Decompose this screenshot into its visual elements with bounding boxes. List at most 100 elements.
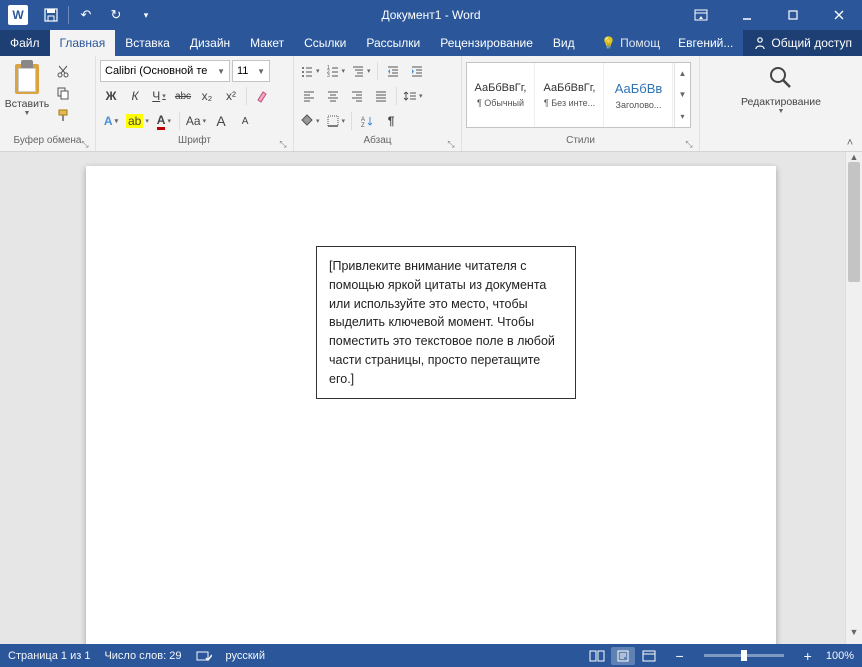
- increase-indent-button[interactable]: [406, 60, 428, 82]
- highlight-button[interactable]: ab▾: [124, 110, 151, 132]
- editing-label: Редактирование: [741, 96, 821, 108]
- scroll-thumb[interactable]: [848, 162, 860, 282]
- paste-button[interactable]: Вставить ▼: [4, 58, 50, 117]
- bold-button[interactable]: Ж: [100, 85, 122, 107]
- font-color-button[interactable]: A▾: [153, 110, 175, 132]
- shrink-font-button[interactable]: A: [234, 110, 256, 132]
- sort-button[interactable]: AZ: [356, 110, 378, 132]
- tab-view[interactable]: Вид: [543, 30, 585, 56]
- styles-gallery: АаБбВвГг, ¶ Обычный АаБбВвГг, ¶ Без инте…: [466, 62, 691, 128]
- save-button[interactable]: [36, 0, 66, 30]
- strikethrough-button[interactable]: abc: [172, 85, 194, 107]
- gallery-up[interactable]: ▲: [675, 63, 690, 84]
- tab-design[interactable]: Дизайн: [180, 30, 240, 56]
- redo-button[interactable]: ↻: [101, 0, 131, 30]
- ribbon-options-button[interactable]: [678, 0, 724, 30]
- tab-references[interactable]: Ссылки: [294, 30, 356, 56]
- lightbulb-icon: 💡: [601, 36, 616, 50]
- change-case-button[interactable]: Aa▾: [184, 110, 208, 132]
- grow-font-button[interactable]: A: [210, 110, 232, 132]
- style-normal[interactable]: АаБбВвГг, ¶ Обычный: [467, 63, 535, 127]
- spellcheck-icon[interactable]: [196, 649, 212, 663]
- zoom-knob[interactable]: [741, 650, 747, 661]
- vertical-scrollbar[interactable]: ▲ ▼: [845, 152, 862, 644]
- minimize-button[interactable]: [724, 0, 770, 30]
- format-painter-button[interactable]: [52, 106, 74, 124]
- ribbon-tabs: Файл Главная Вставка Дизайн Макет Ссылки…: [0, 30, 862, 56]
- zoom-level[interactable]: 100%: [826, 650, 854, 662]
- tab-file[interactable]: Файл: [0, 30, 50, 56]
- quick-access-toolbar: ↶ ↻ ▾: [36, 0, 161, 30]
- tab-home[interactable]: Главная: [50, 30, 116, 56]
- collapse-ribbon-button[interactable]: ˄: [842, 137, 858, 149]
- share-icon: [753, 36, 767, 50]
- cut-button[interactable]: [52, 62, 74, 80]
- chevron-down-icon[interactable]: ▼: [257, 67, 265, 76]
- style-preview: АаБбВв: [615, 81, 663, 96]
- user-account[interactable]: Евгений...: [668, 30, 743, 56]
- share-button[interactable]: Общий доступ: [743, 30, 862, 56]
- style-no-spacing[interactable]: АаБбВвГг, ¶ Без инте...: [536, 63, 604, 127]
- tab-review[interactable]: Рецензирование: [430, 30, 543, 56]
- word-count[interactable]: Число слов: 29: [104, 650, 181, 662]
- zoom-out-button[interactable]: −: [675, 648, 683, 664]
- styles-dialog-launcher[interactable]: ⤡: [683, 139, 695, 151]
- group-label-font: Шрифт ⤡: [100, 135, 289, 151]
- show-marks-button[interactable]: ¶: [380, 110, 402, 132]
- paragraph-dialog-launcher[interactable]: ⤡: [445, 139, 457, 151]
- chevron-down-icon[interactable]: ▼: [217, 67, 225, 76]
- gallery-down[interactable]: ▼: [675, 84, 690, 105]
- web-layout-button[interactable]: [637, 647, 661, 665]
- read-mode-button[interactable]: [585, 647, 609, 665]
- group-paragraph: ▾ 123▾ ▾ ▾ ▾ ▾: [294, 56, 462, 151]
- numbering-button[interactable]: 123▾: [324, 60, 348, 82]
- scroll-down[interactable]: ▼: [846, 627, 862, 644]
- justify-button[interactable]: [370, 85, 392, 107]
- style-name: Заголово...: [616, 100, 662, 110]
- bullets-button[interactable]: ▾: [298, 60, 322, 82]
- clear-formatting-button[interactable]: [251, 85, 273, 107]
- align-left-button[interactable]: [298, 85, 320, 107]
- zoom-in-button[interactable]: +: [804, 648, 812, 664]
- copy-button[interactable]: [52, 84, 74, 102]
- paste-icon: [11, 60, 43, 96]
- group-styles: АаБбВвГг, ¶ Обычный АаБбВвГг, ¶ Без инте…: [462, 56, 700, 151]
- maximize-button[interactable]: [770, 0, 816, 30]
- ribbon: Вставить ▼ Буфер обмена ⤡: [0, 56, 862, 152]
- tab-insert[interactable]: Вставка: [115, 30, 180, 56]
- borders-button[interactable]: ▾: [324, 110, 348, 132]
- text-box[interactable]: [Привлеките внимание читателя с помощью …: [316, 246, 576, 399]
- document-page[interactable]: [Привлеките внимание читателя с помощью …: [86, 166, 776, 644]
- language-indicator[interactable]: русский: [226, 650, 265, 662]
- subscript-button[interactable]: x₂: [196, 85, 218, 107]
- undo-button[interactable]: ↶: [71, 0, 101, 30]
- qat-customize[interactable]: ▾: [131, 0, 161, 30]
- tab-layout[interactable]: Макет: [240, 30, 294, 56]
- font-size-combo[interactable]: 11▼: [232, 60, 270, 82]
- tell-me-search[interactable]: 💡 Помощ: [593, 30, 668, 56]
- editing-dropdown[interactable]: Редактирование ▼: [733, 58, 829, 115]
- tab-mailings[interactable]: Рассылки: [356, 30, 430, 56]
- multilevel-list-button[interactable]: ▾: [349, 60, 373, 82]
- underline-button[interactable]: Ч▾: [148, 85, 170, 107]
- group-clipboard: Вставить ▼ Буфер обмена ⤡: [0, 56, 96, 151]
- italic-button[interactable]: К: [124, 85, 146, 107]
- close-button[interactable]: [816, 0, 862, 30]
- zoom-slider[interactable]: [704, 654, 784, 657]
- style-heading1[interactable]: АаБбВв Заголово...: [605, 63, 673, 127]
- group-font: Calibri (Основной те▼ 11▼ Ж К Ч▾ abc x₂ …: [96, 56, 294, 151]
- align-right-button[interactable]: [346, 85, 368, 107]
- font-dialog-launcher[interactable]: ⤡: [277, 139, 289, 151]
- gallery-more[interactable]: ▾: [675, 106, 690, 127]
- align-center-button[interactable]: [322, 85, 344, 107]
- clipboard-dialog-launcher[interactable]: ⤡: [79, 139, 91, 151]
- text-effects-button[interactable]: A▾: [100, 110, 122, 132]
- decrease-indent-button[interactable]: [382, 60, 404, 82]
- print-layout-button[interactable]: [611, 647, 635, 665]
- line-spacing-button[interactable]: ▾: [401, 85, 425, 107]
- page-indicator[interactable]: Страница 1 из 1: [8, 650, 90, 662]
- style-preview: АаБбВвГг,: [475, 82, 527, 94]
- superscript-button[interactable]: x²: [220, 85, 242, 107]
- font-name-combo[interactable]: Calibri (Основной те▼: [100, 60, 230, 82]
- shading-button[interactable]: ▾: [298, 110, 322, 132]
